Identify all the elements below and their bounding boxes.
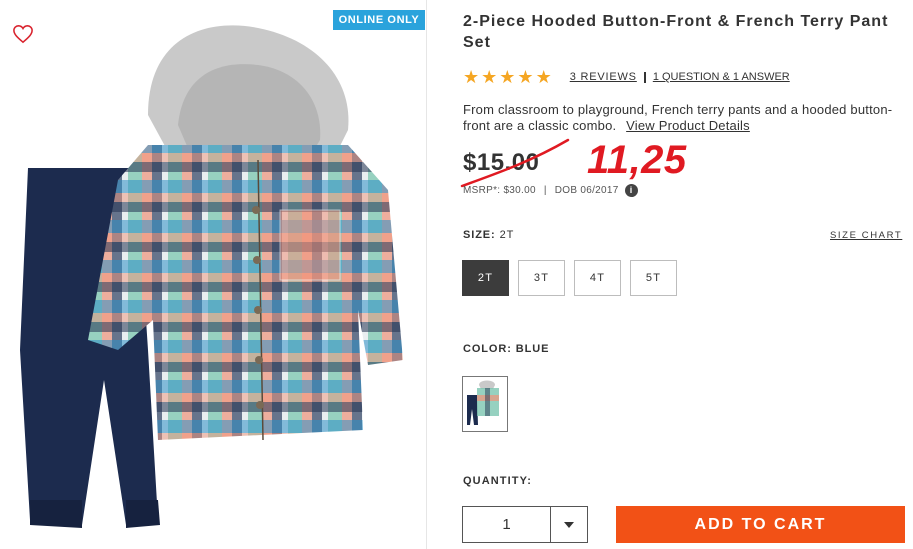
- size-selected-value: 2T: [499, 229, 515, 241]
- color-swatch-blue[interactable]: [462, 376, 508, 432]
- swatch-thumbnail: [463, 377, 507, 431]
- rating-row: ★ ★ ★ ★ ★ 3 REVIEWS 1 QUESTION & 1 ANSWE…: [463, 66, 790, 88]
- star-icon: ★: [535, 67, 552, 87]
- star-rating: ★ ★ ★ ★ ★: [463, 68, 552, 86]
- handwritten-price: 11,25: [587, 138, 687, 182]
- size-options: 2T 3T 4T 5T: [462, 260, 677, 296]
- size-label-text: SIZE:: [463, 229, 496, 241]
- product-title: 2-Piece Hooded Button-Front & French Ter…: [463, 13, 889, 51]
- size-option-4t[interactable]: 4T: [574, 260, 621, 296]
- product-details-panel: 2-Piece Hooded Button-Front & French Ter…: [427, 0, 913, 549]
- size-option-2t[interactable]: 2T: [462, 260, 509, 296]
- star-icon: ★: [499, 67, 516, 87]
- color-selected-value: BLUE: [515, 343, 550, 355]
- chevron-down-icon[interactable]: [551, 507, 587, 542]
- size-label: SIZE: 2T: [463, 229, 514, 241]
- size-chart-link[interactable]: SIZE CHART: [830, 230, 902, 241]
- info-icon[interactable]: i: [624, 184, 638, 197]
- meta-separator: |: [543, 185, 547, 196]
- quantity-select[interactable]: 1: [462, 506, 588, 543]
- size-option-3t[interactable]: 3T: [518, 260, 565, 296]
- color-label-text: COLOR:: [463, 343, 512, 355]
- rating-separator: [643, 71, 646, 83]
- quantity-value[interactable]: 1: [463, 507, 551, 542]
- add-to-cart-button[interactable]: ADD TO CART: [616, 506, 905, 543]
- star-icon: ★: [463, 67, 480, 87]
- color-label: COLOR: BLUE: [463, 343, 549, 355]
- wishlist-heart-icon[interactable]: [12, 24, 36, 46]
- price-meta: MSRP*: $30.00 | DOB 06/2017 i: [463, 184, 638, 197]
- reviews-link[interactable]: 3 REVIEWS: [570, 71, 637, 83]
- product-image-panel: ONLINE ONLY: [0, 0, 426, 549]
- star-icon: ★: [481, 67, 498, 87]
- product-description: From classroom to playground, French ter…: [463, 102, 903, 134]
- size-option-5t[interactable]: 5T: [630, 260, 677, 296]
- quantity-label: QUANTITY:: [463, 475, 532, 487]
- product-photo: [20, 25, 403, 528]
- dob-text: DOB 06/2017: [554, 185, 619, 196]
- msrp-text: MSRP*: $30.00: [463, 185, 536, 196]
- question-answer-link[interactable]: 1 QUESTION & 1 ANSWER: [653, 71, 790, 83]
- online-only-badge: ONLINE ONLY: [333, 10, 425, 30]
- view-product-details-link[interactable]: View Product Details: [626, 118, 750, 133]
- star-icon: ★: [517, 67, 534, 87]
